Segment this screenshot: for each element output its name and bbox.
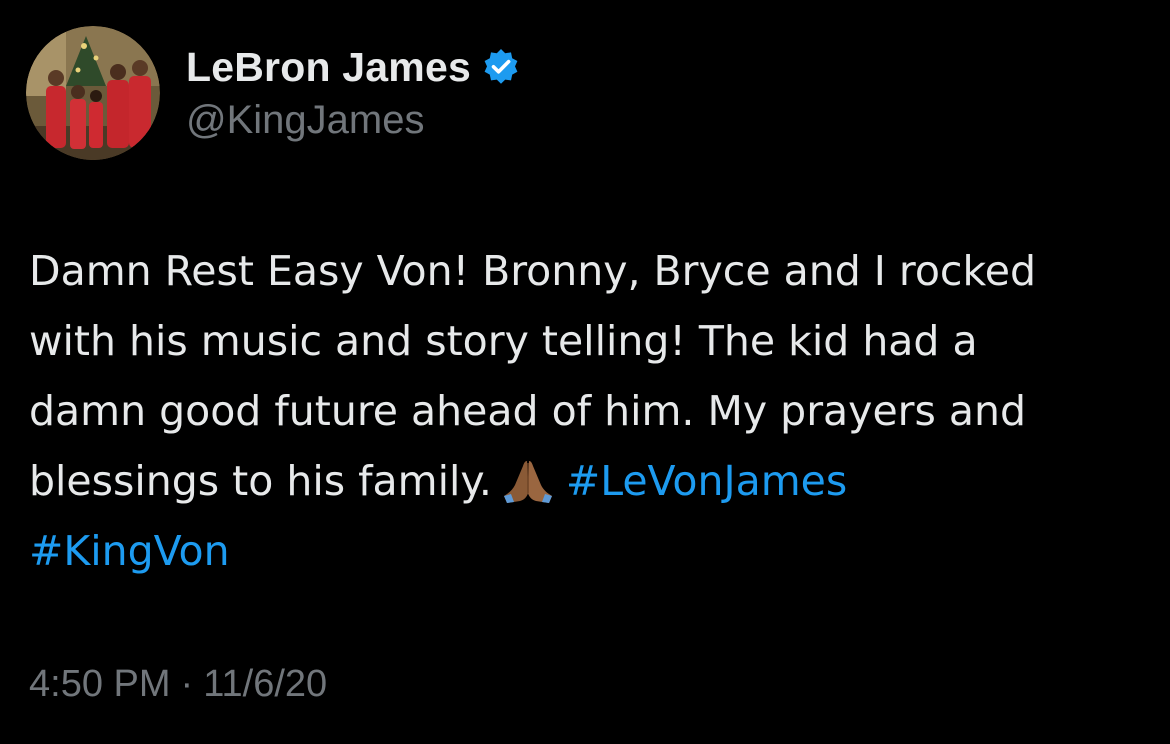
- hashtag-link[interactable]: #LeVonJames: [566, 457, 847, 505]
- tweet-date[interactable]: 11/6/20: [203, 663, 327, 705]
- tweet-text-line: damn good future ahead of him. My prayer…: [29, 387, 1027, 435]
- author-name-row: LeBron James: [186, 42, 521, 92]
- tweet-text-line: Damn Rest Easy Von! Bronny, Bryce and I …: [29, 247, 1037, 295]
- tweet-text-line-with-hashtag: blessings to his family. #LeVonJames: [29, 446, 1149, 516]
- family-photo-avatar-icon: [26, 26, 160, 160]
- hashtag-link[interactable]: #KingVon: [29, 527, 230, 575]
- tweet: LeBron James @KingJames Damn Rest Easy V…: [0, 0, 1170, 744]
- tweet-time[interactable]: 4:50 PM: [29, 663, 171, 705]
- tweet-text-line: #KingVon: [29, 516, 1149, 586]
- tweet-timestamp: 4:50 PM · 11/6/20: [29, 663, 327, 706]
- praying-hands-icon: [500, 457, 556, 505]
- tweet-text-segment: blessings to his family.: [29, 457, 492, 505]
- author-handle[interactable]: @KingJames: [186, 98, 424, 143]
- timestamp-separator: ·: [180, 663, 194, 705]
- verified-badge-icon: [481, 47, 521, 87]
- tweet-text-line: with his music and story telling! The ki…: [29, 317, 978, 365]
- author-display-name[interactable]: LeBron James: [186, 44, 471, 91]
- avatar[interactable]: [26, 26, 160, 160]
- tweet-text: Damn Rest Easy Von! Bronny, Bryce and I …: [29, 236, 1149, 586]
